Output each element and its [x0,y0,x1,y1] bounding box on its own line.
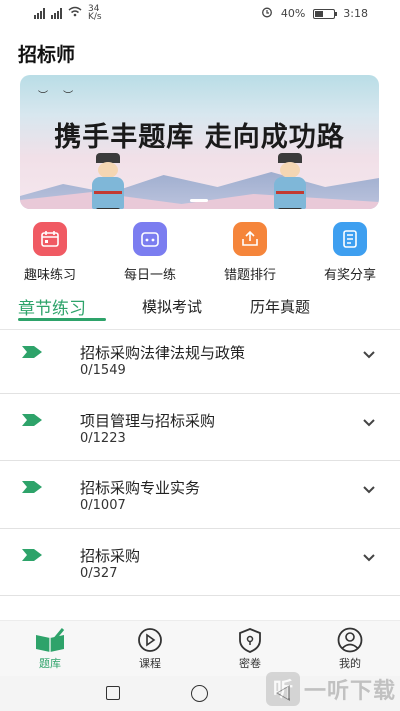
lock-shield-icon [239,628,261,653]
active-tab-indicator [18,318,106,321]
quick-nav-fun-practice[interactable]: 趣味练习 [10,222,90,283]
quick-nav-label: 趣味练习 [23,268,76,283]
chapter-title: 项目管理与招标采购 [80,411,216,430]
list-item[interactable]: 招标采购专业实务 0/1007 [0,461,400,529]
tab-mock-exam[interactable]: 模拟考试 [142,296,202,317]
flag-icon [22,413,42,426]
quick-nav: 趣味练习 每日一练 错题排行 有奖分享 [0,222,400,284]
signal-indicators: 34 K/s [34,5,102,22]
quick-nav-daily-practice[interactable]: 每日一练 [110,222,190,283]
bottom-nav-label: 课程 [139,657,161,670]
home-button[interactable] [191,685,208,702]
flag-icon [22,548,42,561]
notebook-icon [333,222,367,256]
bottom-nav-label: 题库 [39,657,61,670]
flag-icon [22,481,42,493]
quick-nav-reward-share[interactable]: 有奖分享 [310,222,390,283]
quick-nav-label: 错题排行 [223,268,276,283]
promo-banner[interactable]: ︶ ︶ 携手丰题库 走向成功路 [20,75,379,209]
status-right: 40% 3:18 [261,6,368,21]
chapter-title: 招标采购 [80,546,141,565]
status-bar: 34 K/s 40% 3:18 [0,0,400,26]
recents-button[interactable] [106,686,120,700]
chevron-down-icon[interactable] [362,350,376,360]
list-item[interactable]: 招标采购法律法规与政策 0/1549 [0,326,400,394]
chevron-down-icon[interactable] [362,553,376,563]
chapter-progress: 0/327 [80,565,118,581]
signal-icon [51,7,62,19]
clock: 3:18 [343,7,368,20]
book-pen-icon [36,628,65,652]
bottom-nav-label: 密卷 [239,657,261,670]
bottom-nav-secret-papers[interactable]: 密卷 [215,627,285,671]
scholar-figure-right [270,153,310,209]
quick-nav-label: 每日一练 [123,268,176,283]
tab-past-exams[interactable]: 历年真题 [250,296,310,317]
scholar-figure-left [88,153,128,209]
chevron-down-icon[interactable] [362,418,376,428]
network-speed-unit: K/s [88,12,102,22]
battery-icon [313,8,338,19]
quick-nav-label: 有奖分享 [323,268,376,283]
quick-nav-wrong-ranking[interactable]: 错题排行 [210,222,290,283]
bottom-nav-courses[interactable]: 课程 [115,627,185,671]
birds-icon: ︶ ︶ [38,91,80,102]
watermark: 听 一听下载 [265,672,396,706]
list-item[interactable]: 招标采购 0/327 [0,529,400,596]
chapter-list: 招标采购法律法规与政策 0/1549 项目管理与招标采购 0/1223 招标采购… [0,326,400,596]
user-icon [337,627,363,653]
flag-icon [22,346,42,358]
list-item[interactable]: 项目管理与招标采购 0/1223 [0,394,400,461]
share-up-icon [233,222,267,256]
banner-slogan: 携手丰题库 走向成功路 [54,122,345,153]
carousel-indicator [190,199,208,202]
bottom-nav-question-bank[interactable]: 题库 [15,627,85,671]
chapter-title: 招标采购法律法规与政策 [80,344,246,362]
chevron-down-icon[interactable] [362,485,376,495]
battery-percent: 40% [280,7,306,20]
watermark-text: 一听下载 [303,679,396,704]
chapter-title: 招标采购专业实务 [80,479,201,497]
alarm-icon [261,6,273,21]
tab-chapter-practice[interactable]: 章节练习 [18,294,86,319]
chapter-progress: 0/1007 [80,498,126,513]
calendar-dots-icon [133,222,167,256]
chapter-progress: 0/1549 [80,363,126,378]
page-title: 招标师 [18,44,76,66]
wifi-icon [68,6,82,20]
bottom-nav-label: 我的 [339,657,361,670]
play-circle-icon [138,628,162,652]
watermark-logo: 听 [265,672,300,706]
tab-bar: 章节练习 模拟考试 历年真题 [0,290,400,330]
signal-icon [34,7,45,19]
chapter-progress: 0/1223 [80,430,126,446]
network-speed: 34 K/s [88,5,102,22]
bottom-nav-profile[interactable]: 我的 [315,627,385,671]
calendar-icon [33,222,67,256]
bottom-nav: 题库 课程 密卷 我的 [0,620,400,676]
